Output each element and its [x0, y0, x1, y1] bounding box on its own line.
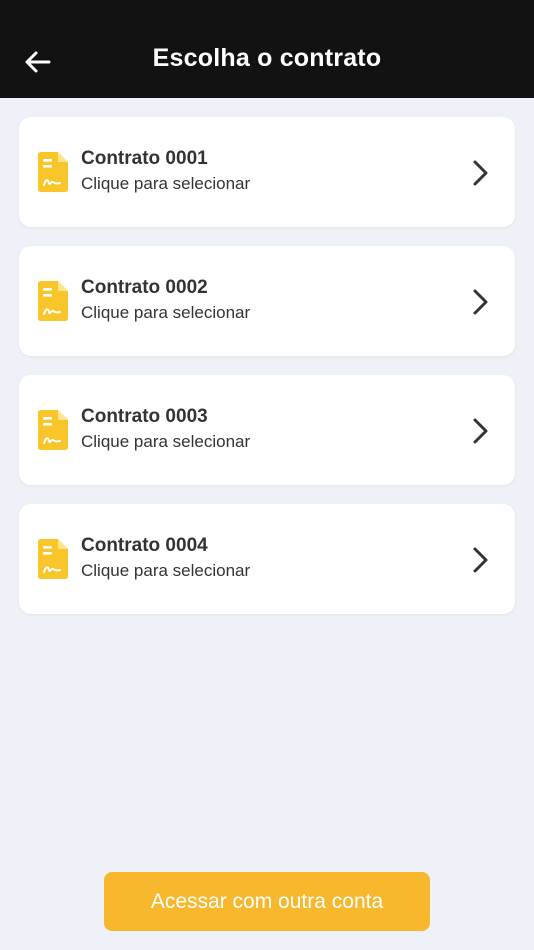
- app-header: Escolha o contrato: [0, 0, 534, 98]
- contract-title: Contrato 0003: [81, 406, 208, 427]
- contract-card-0001[interactable]: Contrato 0001 Clique para selecionar: [19, 117, 515, 227]
- chevron-right-icon: [473, 547, 488, 573]
- contract-subtitle: Clique para selecionar: [81, 174, 251, 193]
- contract-subtitle: Clique para selecionar: [81, 432, 251, 451]
- page-title: Escolha o contrato: [152, 44, 382, 72]
- document-signature-icon: [38, 152, 68, 192]
- contract-title: Contrato 0004: [81, 535, 208, 556]
- document-signature-icon: [38, 539, 68, 579]
- contract-title: Contrato 0001: [81, 148, 208, 169]
- document-signature-icon: [38, 410, 68, 450]
- contract-list: Contrato 0001 Clique para selecionar Con…: [19, 117, 515, 633]
- contract-card-0004[interactable]: Contrato 0004 Clique para selecionar: [19, 504, 515, 614]
- contract-subtitle: Clique para selecionar: [81, 561, 251, 580]
- chevron-right-icon: [473, 418, 488, 444]
- contract-card-0003[interactable]: Contrato 0003 Clique para selecionar: [19, 375, 515, 485]
- chevron-right-icon: [473, 289, 488, 315]
- contract-subtitle: Clique para selecionar: [81, 303, 251, 322]
- document-signature-icon: [38, 281, 68, 321]
- switch-account-button[interactable]: Acessar com outra conta: [104, 872, 430, 931]
- chevron-right-icon: [473, 160, 488, 186]
- contract-title: Contrato 0002: [81, 277, 208, 298]
- contract-card-0002[interactable]: Contrato 0002 Clique para selecionar: [19, 246, 515, 356]
